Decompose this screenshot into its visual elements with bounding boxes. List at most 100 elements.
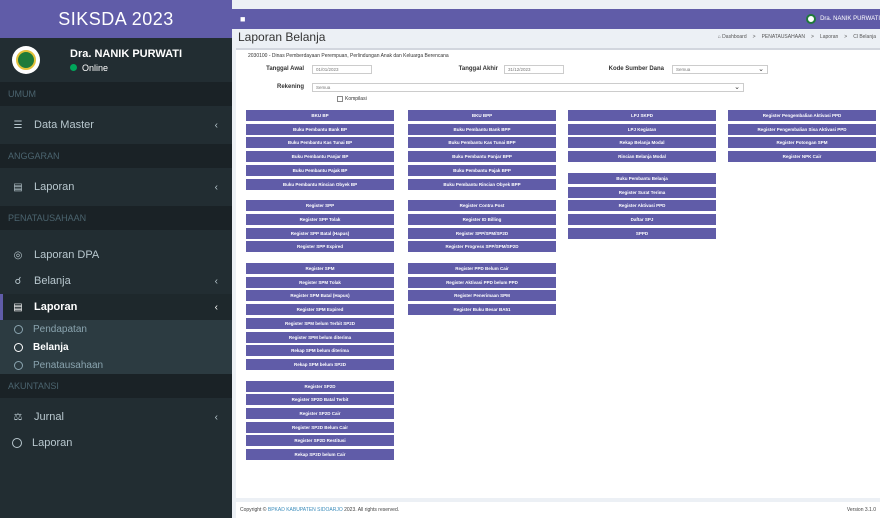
report-button[interactable]: Register Surat Terima xyxy=(568,186,716,198)
circle-icon xyxy=(12,438,22,448)
report-button[interactable]: Buku Pembantu Kas Tunai BP xyxy=(246,137,394,149)
report-button[interactable]: Register SPP Expired xyxy=(246,241,394,253)
report-button[interactable]: Register SPM Batal (Hapus) xyxy=(246,290,394,302)
report-button[interactable]: Register SP2D Restitusi xyxy=(246,435,394,447)
app-root: SIKSDA 2023 Dra. NANIK PURWATI Online UM… xyxy=(0,0,880,518)
chevron-down-icon: ⌄ xyxy=(758,66,764,73)
report-button[interactable]: Register Aktivasi PPD xyxy=(568,200,716,212)
report-button[interactable]: Register Buku Besar BA51 xyxy=(408,304,556,316)
report-button[interactable]: Register SPP/SPM/SP2D xyxy=(408,227,556,239)
user-status-label: Online xyxy=(82,62,109,73)
report-button[interactable]: Register Contra Post xyxy=(408,200,556,212)
report-button[interactable]: Register SP2D Batal Terbit xyxy=(246,394,394,406)
sidebar-item-laporan-penatausahaan[interactable]: ▤ Laporan ‹ xyxy=(0,294,232,320)
chevron-left-icon: ‹ xyxy=(214,275,218,287)
report-button[interactable]: Register PPD Belum Cair xyxy=(408,263,556,274)
sidebar-subitem-label: Belanja xyxy=(33,341,69,353)
tanggal-akhir-input[interactable]: 31/12/2023 xyxy=(504,64,564,74)
tanggal-awal-input[interactable]: 01/01/2023 xyxy=(312,64,372,74)
menu-header-umum: UMUM xyxy=(0,82,232,106)
report-button[interactable]: LPJ SKPD xyxy=(568,110,716,121)
top-user-menu[interactable]: Dra. NANIK PURWATI xyxy=(806,14,880,24)
chevron-down-icon: ‹ xyxy=(214,301,218,313)
sidebar-item-label: Laporan xyxy=(34,301,78,313)
breadcrumb-current: Cl Belanja xyxy=(853,34,876,40)
report-button[interactable]: Register SPM Expired xyxy=(246,304,394,316)
report-button[interactable]: Buku Pembantu Pajak BP xyxy=(246,164,394,176)
report-button[interactable]: Register Pengembalian Sisa Aktivasi PPD xyxy=(728,123,876,135)
user-name: Dra. NANIK PURWATI xyxy=(70,47,183,60)
breadcrumb-laporan[interactable]: Laporan xyxy=(820,34,838,40)
report-button[interactable]: Register Progress SPP/SPM/SP2D xyxy=(408,241,556,253)
kode-sumber-dana-select[interactable]: Semua ⌄ xyxy=(672,64,768,74)
circle-icon xyxy=(14,324,23,334)
avatar xyxy=(12,46,40,74)
report-button[interactable]: Buku Pembantu Bank BPP xyxy=(408,123,556,135)
report-button[interactable]: Register Potongan SPM xyxy=(728,137,876,149)
rekening-select[interactable]: Semua ⌄ xyxy=(312,82,744,92)
circle-icon xyxy=(14,342,23,352)
sidebar-item-belanja[interactable]: ☌ Belanja ‹ xyxy=(0,268,232,294)
sidebar-subitem-pendapatan[interactable]: Pendapatan xyxy=(0,320,232,338)
report-button[interactable]: Register Aktivasi PPD belum PPD xyxy=(408,276,556,288)
report-button[interactable]: Register SPP Batal (Hapus) xyxy=(246,227,394,239)
top-user-name: Dra. NANIK PURWATI xyxy=(820,16,880,22)
page-title: Laporan Belanja xyxy=(238,30,326,44)
sidebar-subitem-belanja[interactable]: Belanja xyxy=(0,338,232,356)
report-button[interactable]: Buku Pembantu Rincian Obyek BPP xyxy=(408,178,556,190)
report-button[interactable]: Rekap SPM belum SP2D xyxy=(246,358,394,370)
report-button[interactable]: Rekap SPM belum diterima xyxy=(246,345,394,357)
brand-logo[interactable]: SIKSDA 2023 xyxy=(0,0,232,38)
report-button[interactable]: Register SP2D Cair xyxy=(246,408,394,419)
menu-header-akuntansi: AKUNTANSI xyxy=(0,374,232,398)
report-button[interactable]: Register ID Billing xyxy=(408,213,556,225)
report-button[interactable]: Register Pengembalian Aktivasi PPD xyxy=(728,110,876,121)
report-button[interactable]: Rekap Belanja Modal xyxy=(568,137,716,149)
sidebar-subitem-penatausahaan[interactable]: Penatausahaan xyxy=(0,356,232,374)
hamburger-icon[interactable]: ■ xyxy=(240,14,245,24)
report-button[interactable]: Buku Pembantu Bank BP xyxy=(246,123,394,135)
report-button[interactable]: Buku Pembantu Panjar BPP xyxy=(408,151,556,163)
sidebar-item-label: Laporan xyxy=(34,181,75,193)
sidebar-item-label: Jurnal xyxy=(34,411,64,423)
report-button[interactable]: LPJ Kegiatan xyxy=(568,123,716,135)
sidebar-item-data-master[interactable]: ☰ Data Master ‹ xyxy=(0,112,232,138)
report-button[interactable]: BKU BP xyxy=(246,110,394,121)
report-button[interactable]: Daftar SPJ xyxy=(568,213,716,225)
report-button[interactable]: Register SP2D xyxy=(246,380,394,392)
kompilasi-checkbox[interactable]: Kompilasi xyxy=(337,96,876,102)
main-content: Laporan Belanja ⌂ Dashboard > PENATAUSAH… xyxy=(236,28,880,498)
report-button[interactable]: Register SPM belum diterima xyxy=(246,331,394,343)
report-button[interactable]: Rincian Belanja Modal xyxy=(568,151,716,163)
report-button[interactable]: Buku Pembantu Pajak BPP xyxy=(408,164,556,176)
sidebar-item-laporan-akuntansi[interactable]: Laporan xyxy=(0,430,232,456)
breadcrumb-home[interactable]: ⌂ Dashboard xyxy=(718,34,747,40)
report-button[interactable]: Buku Pembantu Kas Tunai BPP xyxy=(408,137,556,149)
report-button[interactable]: Buku Pembantu Panjar BP xyxy=(246,151,394,163)
avatar xyxy=(806,14,817,24)
chevron-left-icon: ‹ xyxy=(214,411,218,423)
breadcrumb-penatausahaan[interactable]: PENATAUSAHAAN xyxy=(762,34,805,40)
tanggal-awal-label: Tanggal Awal xyxy=(266,66,304,72)
report-button[interactable]: Register SPP xyxy=(246,200,394,212)
report-button[interactable]: Register SPM Tolak xyxy=(246,276,394,288)
report-button[interactable]: Buku Pembantu Rincian Obyek BP xyxy=(246,178,394,190)
report-button[interactable]: Register SPP Tolak xyxy=(246,213,394,225)
report-button[interactable]: Register SPM belum Terbit SP2D xyxy=(246,317,394,329)
report-button[interactable]: Buku Pembantu Belanja xyxy=(568,172,716,184)
sidebar-item-label: Data Master xyxy=(34,119,94,131)
report-button[interactable]: BKU BPP xyxy=(408,110,556,121)
report-button[interactable]: Register NPK Cair xyxy=(728,151,876,163)
sidebar-item-label: Laporan xyxy=(32,437,73,449)
report-button[interactable]: Register SPM xyxy=(246,263,394,274)
report-button[interactable]: Register Penerimaan SPM xyxy=(408,290,556,302)
report-button[interactable]: Rekap SP2D belum Cair xyxy=(246,449,394,461)
sidebar-item-laporan-anggaran[interactable]: ▤ Laporan ‹ xyxy=(0,174,232,200)
sidebar-item-jurnal[interactable]: ⚖ Jurnal ‹ xyxy=(0,404,232,430)
report-button[interactable]: SPPD xyxy=(568,227,716,239)
report-button[interactable]: Register SP2D Belum Cair xyxy=(246,421,394,433)
sidebar-item-label: Belanja xyxy=(34,275,71,287)
filter-row-dates: Tanggal Awal 01/01/2023 Tanggal Akhir 31… xyxy=(240,61,876,77)
sidebar-item-laporan-dpa[interactable]: ◎ Laporan DPA xyxy=(0,242,232,268)
footer-org-link[interactable]: BPKAD KABUPATEN SIDOARJO xyxy=(268,507,343,513)
